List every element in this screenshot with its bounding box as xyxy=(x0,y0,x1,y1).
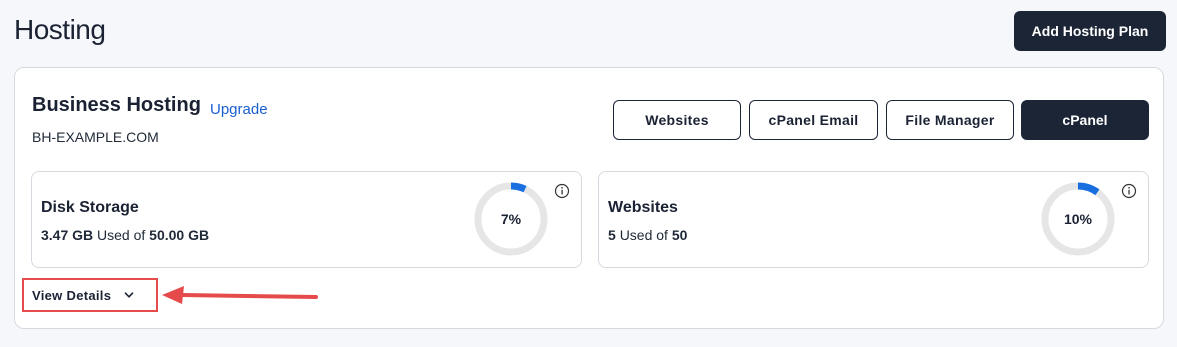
plan-domain: BH-EXAMPLE.COM xyxy=(32,129,159,145)
disk-usage-percent: 7% xyxy=(500,211,522,227)
websites-usage-percent: 10% xyxy=(1063,211,1093,227)
page-title: Hosting xyxy=(14,14,106,45)
view-details-label: View Details xyxy=(32,287,112,303)
websites-panel: Websites 5 Used of 50 10% xyxy=(598,171,1149,268)
plan-name: Business Hosting xyxy=(32,94,201,116)
websites-used-of: Used of xyxy=(619,227,668,243)
disk-total-value: 50.00 GB xyxy=(149,227,210,243)
cpanel-email-button[interactable]: cPanel Email xyxy=(749,100,878,140)
file-manager-button[interactable]: File Manager xyxy=(886,100,1014,140)
disk-used-value: 3.47 GB xyxy=(41,227,94,243)
add-hosting-plan-button[interactable]: Add Hosting Plan xyxy=(1014,11,1166,51)
websites-button[interactable]: Websites xyxy=(613,100,741,140)
info-icon[interactable] xyxy=(1121,183,1137,199)
websites-usage: 5 Used of 50 xyxy=(608,227,687,243)
websites-title: Websites xyxy=(608,199,678,216)
websites-total-value: 50 xyxy=(671,227,688,243)
upgrade-link[interactable]: Upgrade xyxy=(210,101,268,118)
chevron-down-icon xyxy=(124,292,134,298)
disk-storage-usage: 3.47 GB Used of 50.00 GB xyxy=(41,227,209,243)
disk-storage-title: Disk Storage xyxy=(41,199,139,216)
info-icon[interactable] xyxy=(554,183,570,199)
websites-usage-ring: 10% xyxy=(1040,181,1116,257)
disk-used-of: Used of xyxy=(97,227,146,243)
annotation-arrow-icon xyxy=(162,286,318,304)
websites-used-value: 5 xyxy=(608,227,616,243)
disk-usage-ring: 7% xyxy=(473,181,549,257)
cpanel-button[interactable]: cPanel xyxy=(1021,100,1149,140)
disk-storage-panel: Disk Storage 3.47 GB Used of 50.00 GB 7% xyxy=(31,171,582,268)
view-details-toggle[interactable]: View Details xyxy=(22,278,158,312)
